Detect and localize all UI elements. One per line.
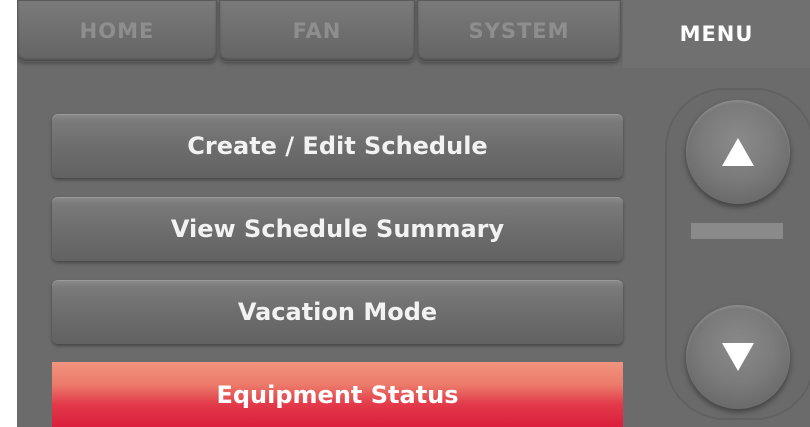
scroll-down-button[interactable]: [686, 305, 790, 409]
scroll-indicator: [691, 223, 783, 239]
tab-home[interactable]: HOME: [17, 0, 217, 62]
down-arrow-icon: [722, 343, 754, 371]
view-schedule-summary-button[interactable]: View Schedule Summary: [52, 197, 623, 261]
scroll-up-button[interactable]: [686, 100, 790, 204]
tab-menu[interactable]: MENU: [623, 0, 810, 68]
create-edit-schedule-button[interactable]: Create / Edit Schedule: [52, 114, 623, 178]
vacation-mode-button[interactable]: Vacation Mode: [52, 280, 623, 344]
tab-bar: HOME FAN SYSTEM MENU: [17, 0, 810, 68]
up-arrow-icon: [722, 138, 754, 166]
thermostat-screen: HOME FAN SYSTEM MENU Create / Edit Sched…: [17, 0, 810, 427]
tab-system[interactable]: SYSTEM: [417, 0, 621, 62]
equipment-status-button[interactable]: Equipment Status: [52, 362, 623, 427]
tab-fan[interactable]: FAN: [219, 0, 415, 62]
